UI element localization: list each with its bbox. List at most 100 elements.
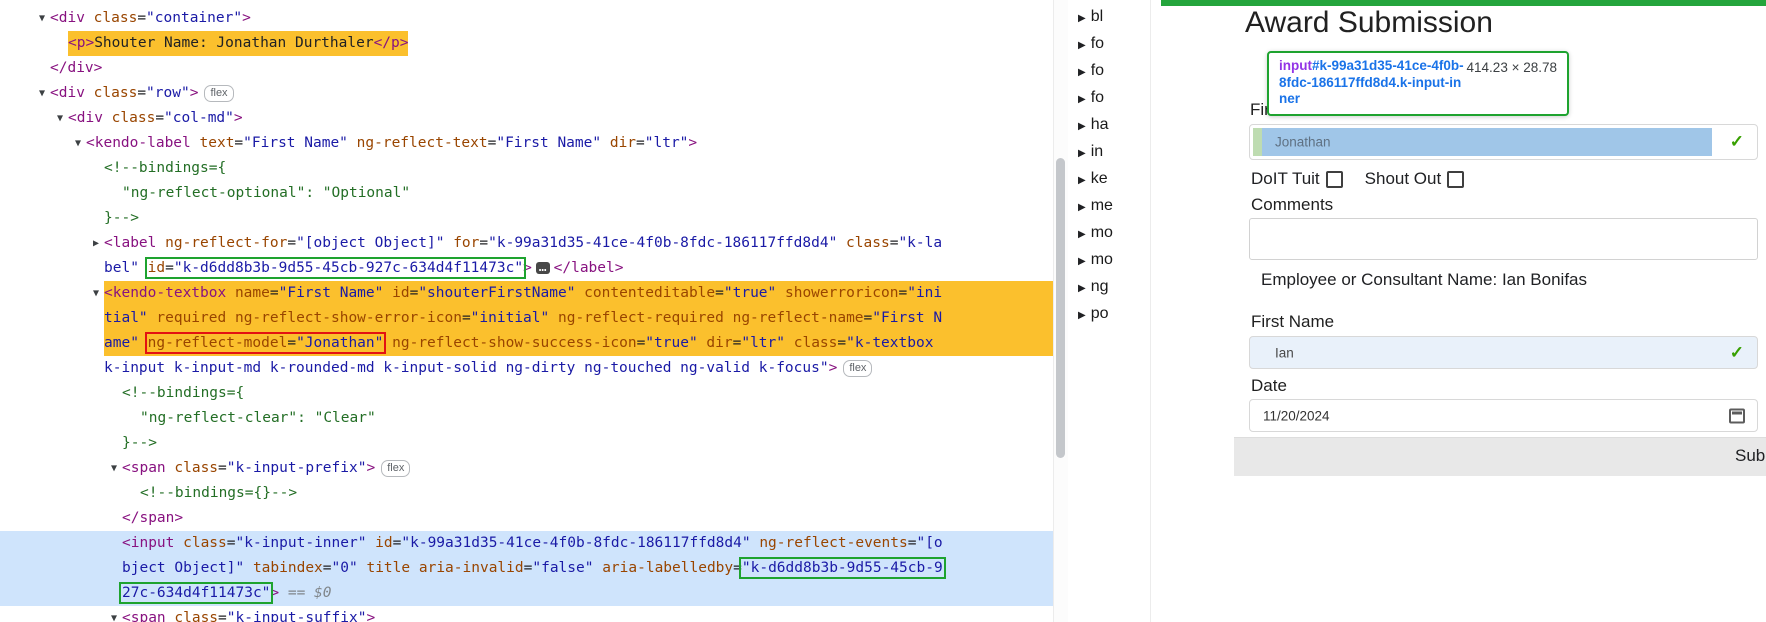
dom-tree-row[interactable]: ▼<div class="row">flex [0,81,1053,106]
code-token-text: = [155,110,164,126]
expand-arrow-icon[interactable]: ▶ [1078,67,1086,78]
dom-tree-row[interactable]: ▼<kendo-textbox name="First Name" id="sh… [0,281,1053,306]
collapse-arrow-icon[interactable]: ▼ [57,106,63,131]
submit-button[interactable]: Sub [1735,446,1765,466]
dom-tree-row[interactable]: ▶<label ng-reflect-for="[object Object]"… [0,231,1053,256]
collapse-arrow-icon[interactable]: ▼ [39,81,45,106]
collapse-arrow-icon[interactable]: ▼ [111,456,117,481]
event-listener-item[interactable]: ▶bl [1068,3,1150,30]
expand-arrow-icon[interactable]: ▶ [1078,13,1086,24]
inspect-tooltip-selector: input#k-99a31d35-41ce-4f0b-8fdc-186117ff… [1279,58,1467,108]
dom-tree-row[interactable]: k-input k-input-md k-rounded-md k-input-… [0,356,1053,381]
dom-tree-row[interactable]: "ng-reflect-clear": "Clear" [0,406,1053,431]
dom-node-text: </span> [122,506,183,531]
code-token-text: = [270,285,279,301]
flex-badge[interactable]: flex [381,460,410,477]
dom-node-text: <p>Shouter Name: Jonathan Durthaler</p> [68,31,408,56]
dom-tree-row[interactable]: <!--bindings={ [0,381,1053,406]
indent: ▼ [0,106,68,131]
dom-tree-row[interactable]: "ng-reflect-optional": "Optional" [0,181,1053,206]
event-listener-item[interactable]: ▶po [1068,300,1150,327]
event-listener-item[interactable]: ▶ke [1068,165,1150,192]
event-listener-item[interactable]: ▶mo [1068,246,1150,273]
flex-badge[interactable]: flex [843,360,872,377]
expand-arrow-icon[interactable]: ▶ [1078,283,1086,294]
event-listener-label: ha [1091,116,1109,133]
dom-tree-row[interactable]: 27c-634d4f11473c"> == $0 [0,581,1053,606]
code-token-attr-value: "ltr" [645,135,689,151]
devtools-scrollbar[interactable] [1053,0,1068,622]
date-input[interactable]: 11/20/2024 [1249,399,1758,432]
indent [0,356,104,381]
expand-arrow-icon[interactable]: ▶ [1078,94,1086,105]
dom-tree-row[interactable]: ▼<span class="k-input-suffix"> [0,606,1053,622]
dom-tree-row[interactable]: bel" id="k-d6dd8b3b-9d55-45cb-927c-634d4… [0,256,1053,281]
dom-tree-row[interactable]: <input class="k-input-inner" id="k-99a31… [0,531,1053,556]
indent [0,481,140,506]
code-token-attr-name: dir [698,335,733,351]
expand-arrow-icon[interactable]: ▶ [93,231,99,256]
calendar-icon[interactable] [1729,408,1745,423]
collapse-arrow-icon[interactable]: ▼ [93,281,99,306]
dom-tree-row[interactable]: }--> [0,206,1053,231]
event-listener-label: fo [1091,35,1104,52]
expand-arrow-icon[interactable]: ▶ [1078,256,1086,267]
checkbox[interactable] [1326,171,1343,188]
event-listener-item[interactable]: ▶ ha [1068,111,1150,138]
collapse-arrow-icon[interactable]: ▼ [75,131,81,156]
expand-arrow-icon[interactable]: ▶ [1078,121,1086,132]
more-button[interactable]: … [536,262,550,274]
code-token-attr-name: name [235,285,270,301]
dom-tree-row[interactable]: }--> [0,431,1053,456]
dom-tree-row[interactable]: tial" required ng-reflect-show-error-ico… [0,306,1053,331]
flex-badge[interactable]: flex [204,85,233,102]
dom-tree-row[interactable]: </span> [0,506,1053,531]
dom-node-text: <!--bindings={ [104,156,226,181]
dom-tree-row[interactable]: ame" ng-reflect-model="Jonathan" ng-refl… [0,331,1053,356]
dom-node-text: <div class="row">flex [50,81,234,106]
green-annotation-box: "k-d6dd8b3b-9d55-45cb-9 [742,560,943,576]
dom-tree-row[interactable]: ▼<div class="container"> [0,6,1053,31]
dom-tree-row[interactable]: <!--bindings={}--> [0,481,1053,506]
expand-arrow-icon[interactable]: ▶ [1078,310,1086,321]
expand-arrow-icon[interactable]: ▶ [1078,175,1086,186]
green-annotation-box: id="k-d6dd8b3b-9d55-45cb-927c-634d4f1147… [148,260,523,276]
dom-tree-row[interactable]: ▼<kendo-label text="First Name" ng-refle… [0,131,1053,156]
first-name-input[interactable]: Ian ✓ [1249,336,1758,369]
code-token-attr-value: "[o [916,535,942,551]
expand-arrow-icon[interactable]: ▶ [1078,40,1086,51]
collapse-arrow-icon[interactable]: ▼ [111,606,117,622]
scrollbar-thumb[interactable] [1056,158,1065,458]
first-name-input-top[interactable]: Jonathan ✓ [1249,124,1758,160]
code-token-attr-name: showerroricon [776,285,898,301]
expand-arrow-icon[interactable]: ▶ [1078,148,1086,159]
dom-tree-row[interactable]: ▼<div class="col-md"> [0,106,1053,131]
checkbox[interactable] [1447,171,1464,188]
code-token-attr-value: 27c-634d4f11473c" [122,585,270,601]
event-listener-item[interactable]: ▶ fo [1068,30,1150,57]
event-listener-item[interactable]: ▶me [1068,192,1150,219]
event-listener-item[interactable]: ▶ng [1068,273,1150,300]
code-token-text: = [165,260,174,276]
dom-tree-row[interactable]: <p>Shouter Name: Jonathan Durthaler</p> [0,31,1053,56]
indent [0,506,122,531]
event-listener-label: mo [1091,224,1113,241]
event-listener-item[interactable]: ▶ mo [1068,219,1150,246]
expand-arrow-icon[interactable]: ▶ [1078,202,1086,213]
code-token-attr-value: "shouterFirstName" [418,285,575,301]
event-listener-item[interactable]: ▶fo [1068,84,1150,111]
inspect-tooltip-dimensions: 414.23 × 28.78 [1467,58,1557,108]
event-listener-item[interactable]: ▶ in [1068,138,1150,165]
code-token-tag: <div [68,110,112,126]
event-listener-item[interactable]: ▶fo [1068,57,1150,84]
dom-tree-row[interactable]: ▼<span class="k-input-prefix">flex [0,456,1053,481]
first-name-label: First Name [1251,312,1334,332]
code-token-attr-value: "k-d6dd8b3b-9d55-45cb-9 [742,560,943,576]
expand-arrow-icon[interactable]: ▶ [1078,229,1086,240]
comments-textarea[interactable] [1249,218,1758,260]
dom-tree-row[interactable]: bject Object]" tabindex="0" title aria-i… [0,556,1053,581]
dom-tree-row[interactable]: <!--bindings={ [0,156,1053,181]
dom-tree-row[interactable]: </div> [0,56,1053,81]
collapse-arrow-icon[interactable]: ▼ [39,6,45,31]
event-listener-label: in [1091,143,1103,160]
